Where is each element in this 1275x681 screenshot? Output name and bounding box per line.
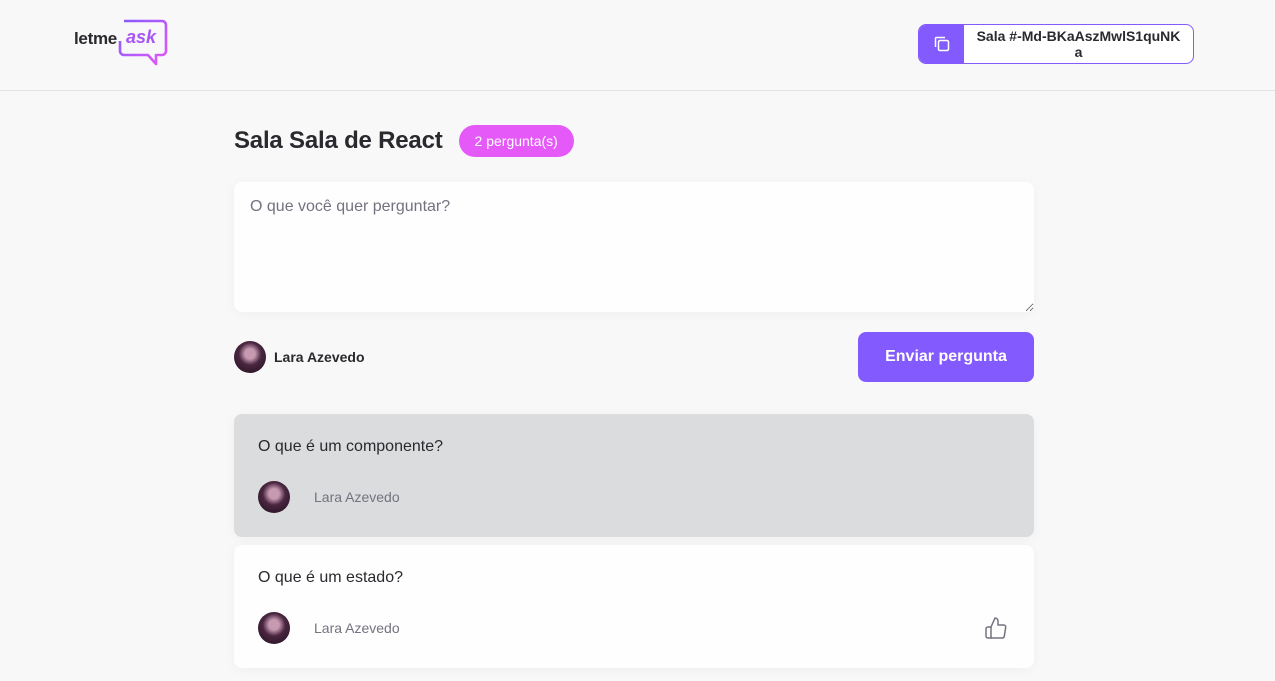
logo-letme-text: letme	[74, 29, 117, 48]
avatar	[258, 612, 290, 644]
question-card: O que é um componente? Lara Azevedo	[234, 414, 1034, 537]
room-code-button[interactable]: Sala #-Md-BKaAszMwlS1quNKa	[918, 24, 1194, 64]
room-title-row: Sala Sala de React 2 pergunta(s)	[234, 125, 574, 157]
copy-icon	[934, 36, 949, 52]
question-author: Lara Azevedo	[314, 620, 400, 636]
like-button[interactable]	[982, 614, 1010, 642]
letmeask-logo[interactable]: letme ask	[72, 19, 172, 69]
question-text: O que é um componente?	[258, 438, 444, 455]
question-footer: Lara Azevedo	[258, 612, 1010, 644]
question-textarea[interactable]	[234, 182, 1034, 312]
question-footer: Lara Azevedo	[258, 481, 1010, 513]
thumbs-up-icon	[985, 617, 1007, 639]
room-code-text: Sala #-Md-BKaAszMwlS1quNKa	[976, 28, 1181, 60]
user-name: Lara Azevedo	[274, 349, 365, 365]
question-card: O que é um estado? Lara Azevedo	[234, 545, 1034, 668]
question-author: Lara Azevedo	[314, 489, 400, 505]
question-count-badge: 2 pergunta(s)	[458, 125, 574, 157]
send-question-button[interactable]: Enviar pergunta	[858, 332, 1034, 382]
form-footer: Lara Azevedo Enviar pergunta	[234, 332, 1034, 382]
logo-ask-text: ask	[126, 27, 157, 47]
question-text: O que é um estado?	[258, 569, 403, 586]
avatar	[234, 341, 266, 373]
header: letme ask Sala #-Md-BKaAszMwlS1quNKa	[0, 0, 1275, 91]
avatar	[258, 481, 290, 513]
copy-icon-box[interactable]	[919, 25, 964, 63]
page-title: Sala Sala de React	[234, 127, 443, 154]
user-info: Lara Azevedo	[234, 341, 365, 373]
